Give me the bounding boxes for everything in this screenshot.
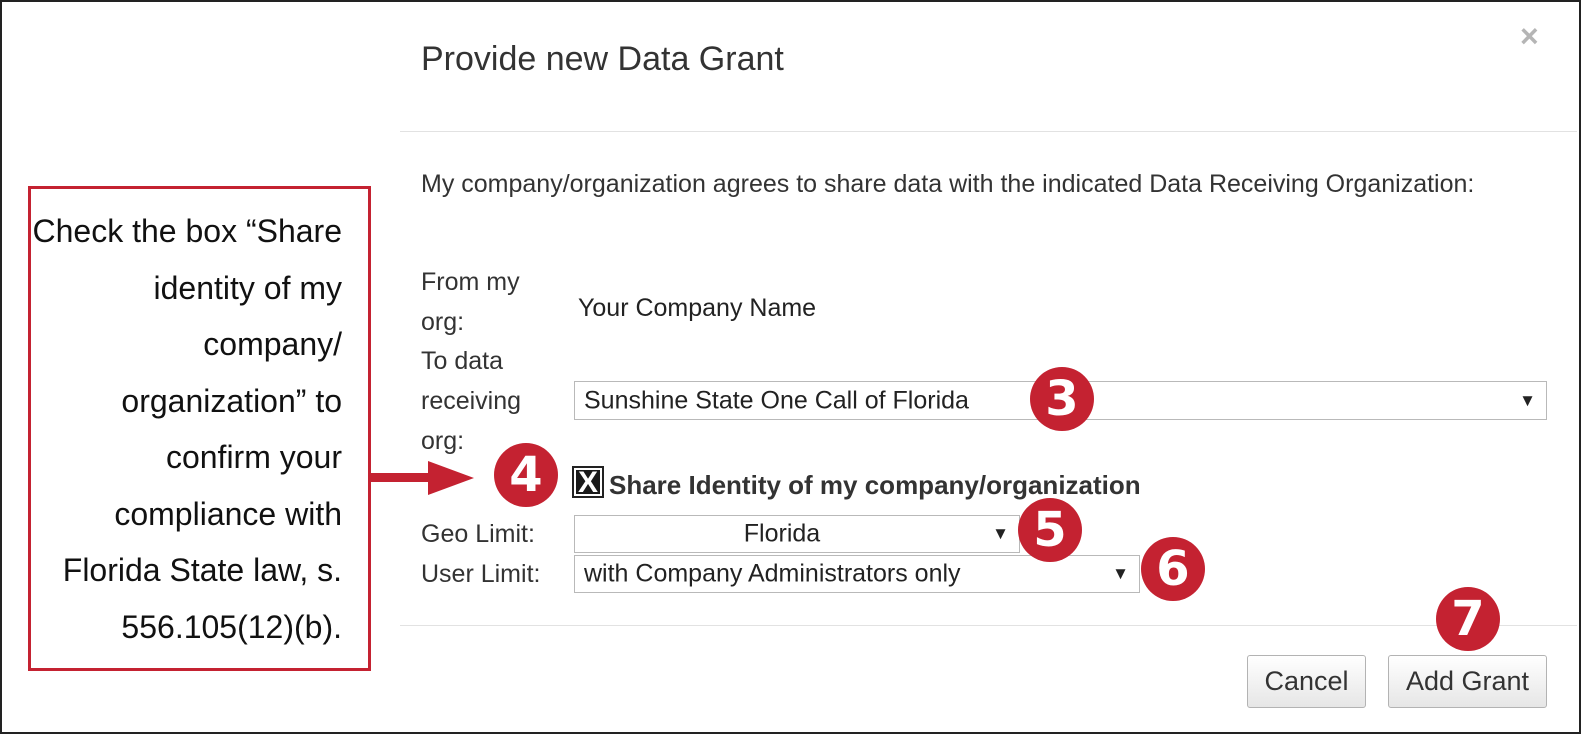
footer-divider	[400, 625, 1577, 626]
user-limit-label: User Limit:	[421, 560, 541, 588]
share-identity-checkbox[interactable]: X	[572, 466, 604, 498]
step-badge-6: 6	[1141, 537, 1205, 601]
from-org-value: Your Company Name	[578, 294, 817, 322]
geo-limit-select[interactable]: Florida ▼	[574, 515, 1020, 553]
geo-limit-label: Geo Limit:	[421, 520, 535, 548]
intro-text: My company/organization agrees to share …	[421, 170, 1475, 198]
callout-text: Check the box “Share identity of my comp…	[32, 213, 343, 645]
checkbox-x-icon: X	[576, 466, 600, 499]
add-grant-button[interactable]: Add Grant	[1388, 655, 1547, 708]
step-badge-7: 7	[1436, 587, 1500, 651]
dropdown-arrow-icon: ▼	[992, 524, 1009, 543]
close-icon[interactable]: ×	[1520, 20, 1539, 52]
instruction-callout: Check the box “Share identity of my comp…	[28, 186, 371, 671]
header-divider	[400, 131, 1577, 132]
step-badge-3: 3	[1030, 367, 1094, 431]
share-identity-label[interactable]: Share Identity of my company/organizatio…	[609, 470, 1141, 501]
cancel-button[interactable]: Cancel	[1247, 655, 1366, 708]
geo-limit-select-value: Florida	[743, 519, 821, 548]
arrow-right-icon	[371, 473, 431, 482]
from-org-label: From my org:	[421, 268, 520, 336]
to-org-select-value: Sunshine State One Call of Florida	[584, 386, 969, 414]
step-badge-4: 4	[494, 443, 558, 507]
step-badge-5: 5	[1018, 498, 1082, 562]
user-limit-select-value: with Company Administrators only	[584, 559, 961, 588]
arrow-head-icon	[428, 461, 474, 495]
dropdown-arrow-icon: ▼	[1112, 564, 1129, 583]
dialog-title: Provide new Data Grant	[421, 40, 784, 78]
dropdown-arrow-icon: ▼	[1519, 390, 1536, 410]
